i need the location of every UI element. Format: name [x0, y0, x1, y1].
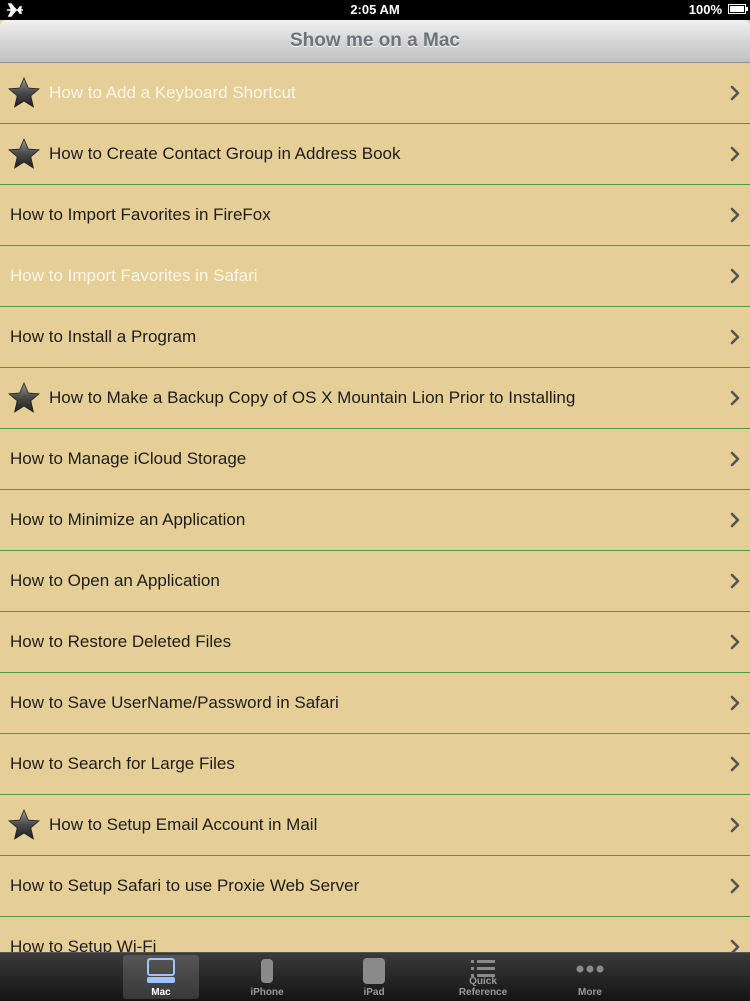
chevron-right-icon: [730, 451, 740, 467]
list-item[interactable]: How to Save UserName/Password in Safari: [0, 673, 750, 734]
list-item-label: How to Save UserName/Password in Safari: [10, 693, 339, 712]
chevron-right-icon: [730, 390, 740, 406]
chevron-right-icon: [730, 85, 740, 101]
tab-label: Mac: [151, 987, 171, 998]
chevron-right-icon: [730, 817, 740, 833]
chevron-right-icon: [730, 573, 740, 589]
chevron-right-icon: [730, 207, 740, 223]
list-item[interactable]: How to Setup Safari to use Proxie Web Se…: [0, 856, 750, 917]
navigation-bar: Show me on a Mac: [0, 20, 750, 63]
list-item[interactable]: How to Import Favorites in Safari: [0, 246, 750, 307]
list-item-label: How to Minimize an Application: [10, 510, 246, 529]
list-item[interactable]: How to Add a Keyboard Shortcut: [0, 63, 750, 124]
list-item-label: How to Setup Safari to use Proxie Web Se…: [10, 876, 360, 895]
chevron-right-icon: [730, 512, 740, 528]
chevron-right-icon: [730, 268, 740, 284]
iphone-icon: [259, 957, 275, 990]
star-icon: [8, 137, 40, 170]
battery-icon: [728, 4, 748, 14]
list-item[interactable]: How to Restore Deleted Files: [0, 612, 750, 673]
list-item-label: How to Make a Backup Copy of OS X Mounta…: [49, 388, 576, 407]
list-item-label: How to Setup Email Account in Mail: [49, 815, 318, 834]
list-item-label: How to Search for Large Files: [10, 754, 235, 773]
more-icon: [575, 957, 605, 986]
list-item[interactable]: How to Setup Wi-Fi: [0, 917, 750, 952]
list-item-label: How to Setup Wi-Fi: [10, 937, 157, 952]
list-item[interactable]: How to Minimize an Application: [0, 490, 750, 551]
list-item-label: How to Restore Deleted Files: [10, 632, 232, 651]
list-item-label: How to Manage iCloud Storage: [10, 449, 247, 468]
chevron-right-icon: [730, 695, 740, 711]
status-bar: 2:05 AM 100%: [0, 0, 750, 20]
tab-mac[interactable]: Mac: [123, 955, 199, 999]
chevron-right-icon: [730, 329, 740, 345]
list-item-label: How to Import Favorites in Safari: [10, 266, 258, 285]
list-item[interactable]: How to Manage iCloud Storage: [0, 429, 750, 490]
tab-iphone[interactable]: iPhone: [229, 955, 305, 999]
tab-more[interactable]: More: [552, 955, 628, 999]
chevron-right-icon: [730, 756, 740, 772]
tab-ipad[interactable]: iPad: [336, 955, 412, 999]
chevron-right-icon: [730, 634, 740, 650]
mac-icon: [146, 957, 176, 990]
chevron-right-icon: [730, 939, 740, 952]
chevron-right-icon: [730, 146, 740, 162]
tab-quick-reference[interactable]: Quick Reference: [445, 955, 521, 999]
tab-bar: Mac iPhone iPad Quick Reference More: [0, 952, 750, 1001]
ipad-icon: [362, 957, 386, 990]
list-item[interactable]: How to Open an Application: [0, 551, 750, 612]
list-item-label: How to Install a Program: [10, 327, 197, 346]
list-item[interactable]: How to Setup Email Account in Mail: [0, 795, 750, 856]
star-icon: [8, 76, 40, 109]
list-item-label: How to Create Contact Group in Address B…: [49, 144, 401, 163]
list-item-label: How to Add a Keyboard Shortcut: [49, 83, 296, 102]
topic-list[interactable]: How to Add a Keyboard Shortcut How to Cre…: [0, 63, 750, 952]
status-time: 2:05 AM: [350, 2, 400, 17]
tab-label: More: [578, 987, 602, 998]
tab-label: iPhone: [250, 987, 284, 998]
list-item[interactable]: How to Install a Program: [0, 307, 750, 368]
list-item[interactable]: How to Import Favorites in FireFox: [0, 185, 750, 246]
list-item-label: How to Open an Application: [10, 571, 220, 590]
star-icon: [8, 381, 40, 414]
tab-label: iPad: [363, 987, 385, 998]
list-item[interactable]: How to Make a Backup Copy of OS X Mounta…: [0, 368, 750, 429]
battery-percentage: 100%: [688, 2, 722, 17]
list-item[interactable]: How to Search for Large Files: [0, 734, 750, 795]
tab-label: Quick Reference: [458, 976, 508, 998]
list-item[interactable]: How to Create Contact Group in Address B…: [0, 124, 750, 185]
star-icon: [8, 808, 40, 841]
list-item-label: How to Import Favorites in FireFox: [10, 205, 271, 224]
chevron-right-icon: [730, 878, 740, 894]
page-title: Show me on a Mac: [290, 30, 460, 51]
